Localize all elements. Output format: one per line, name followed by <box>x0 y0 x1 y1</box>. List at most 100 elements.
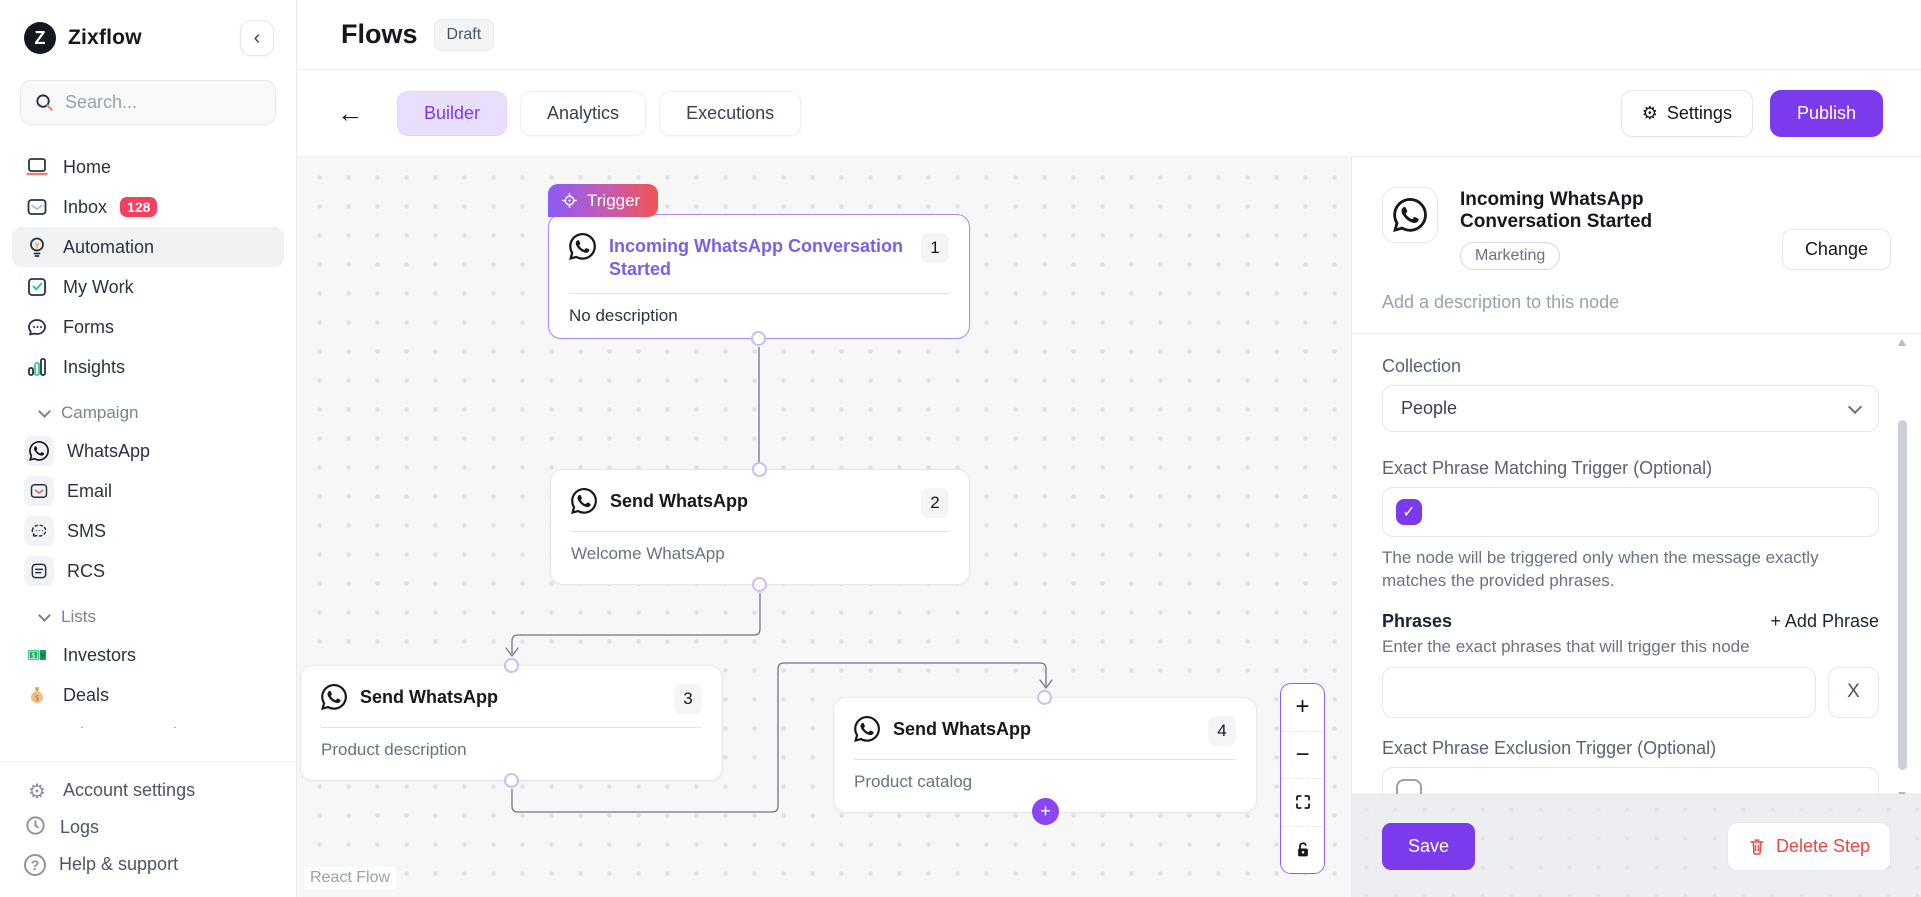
node-number-badge: 4 <box>1208 716 1236 746</box>
inbox-icon <box>24 195 50 219</box>
sidebar-item-account-settings[interactable]: ⚙ Account settings <box>12 772 284 809</box>
page-title: Flows <box>341 19 418 50</box>
sidebar-item-label: Deals <box>63 685 109 706</box>
logo-row: Z Zixflow ‹ <box>0 0 296 64</box>
sidebar-item-label: Home <box>63 157 111 178</box>
node-inspector-panel: Incoming WhatsApp Conversation Started M… <box>1351 157 1921 897</box>
sidebar-item-deals[interactable]: $ Deals <box>12 675 284 715</box>
node-description: Product description <box>321 740 702 760</box>
sidebar-item-label: RCS <box>67 561 105 582</box>
inspector-scrollbar[interactable] <box>1898 345 1907 793</box>
node-input-handle[interactable] <box>1037 690 1052 705</box>
node-type-icon-box <box>1382 187 1438 243</box>
svg-text:$: $ <box>35 693 40 702</box>
fit-view-button[interactable] <box>1281 779 1324 827</box>
sidebar-item-insights[interactable]: Insights <box>12 347 284 387</box>
flow-node-3[interactable]: Send WhatsApp 3 Product description <box>300 665 723 781</box>
exact-match-checkbox[interactable]: ✓ <box>1396 499 1422 525</box>
automation-icon <box>24 235 50 259</box>
sidebar-item-home[interactable]: Home <box>12 147 284 187</box>
change-node-button[interactable]: Change <box>1782 229 1891 270</box>
zoom-out-button[interactable]: − <box>1281 732 1324 780</box>
lock-button[interactable] <box>1281 827 1324 874</box>
app-root: Z Zixflow ‹ Search... Home Inbox 128 Aut… <box>0 0 1921 897</box>
gear-icon: ⚙ <box>24 779 50 803</box>
sidebar-item-label: My Work <box>63 277 134 298</box>
chevron-down-icon <box>38 405 51 418</box>
sidebar-item-logs[interactable]: Logs <box>12 809 284 846</box>
delete-step-label: Delete Step <box>1776 836 1870 857</box>
react-flow-attribution[interactable]: React Flow <box>304 867 396 889</box>
collection-select[interactable]: People <box>1382 385 1879 432</box>
add-phrase-button[interactable]: + Add Phrase <box>1770 611 1879 632</box>
phrases-label: Phrases <box>1382 611 1452 632</box>
back-button[interactable]: ← <box>337 98 363 129</box>
phrase-input[interactable] <box>1382 667 1816 718</box>
flow-toolbar: ← Builder Analytics Executions ⚙ Setting… <box>297 70 1921 157</box>
category-badge: Marketing <box>1460 242 1560 270</box>
flow-canvas[interactable]: Trigger Incoming WhatsApp Conversation S… <box>297 157 1351 897</box>
status-badge: Draft <box>434 19 495 51</box>
whatsapp-icon <box>571 488 597 514</box>
sidebar-item-forms[interactable]: Forms <box>12 307 284 347</box>
remove-phrase-button[interactable]: X <box>1828 667 1879 718</box>
trash-icon <box>1748 837 1766 856</box>
sidebar-item-label: Automation <box>63 237 154 258</box>
settings-button[interactable]: ⚙ Settings <box>1621 90 1753 137</box>
inspector-title: Incoming WhatsApp Conversation Started <box>1460 189 1760 233</box>
whatsapp-icon <box>24 436 54 466</box>
flow-node-2[interactable]: Send WhatsApp 2 Welcome WhatsApp <box>550 469 970 585</box>
node-divider <box>321 727 702 728</box>
search-input[interactable]: Search... <box>20 80 276 125</box>
inspector-scroll-area: Collection People Exact Phrase Matching … <box>1352 334 1921 817</box>
trigger-tag: Trigger <box>548 184 658 217</box>
node-number-badge: 2 <box>921 488 949 518</box>
node-description-placeholder[interactable]: Add a description to this node <box>1382 292 1891 313</box>
rcs-icon <box>24 556 54 586</box>
sidebar-collapse-button[interactable]: ‹ <box>240 20 274 56</box>
node-number-badge: 3 <box>674 684 702 714</box>
scroll-up-arrow[interactable] <box>1898 339 1906 346</box>
node-input-handle[interactable] <box>752 462 767 477</box>
node-output-handle[interactable] <box>504 773 519 788</box>
delete-step-button[interactable]: Delete Step <box>1727 822 1891 871</box>
node-input-handle[interactable] <box>504 658 519 673</box>
scrollbar-thumb[interactable] <box>1898 420 1907 770</box>
save-button[interactable]: Save <box>1382 823 1475 870</box>
flow-node-trigger[interactable]: Trigger Incoming WhatsApp Conversation S… <box>548 214 970 339</box>
sidebar-section-campaign[interactable]: Campaign <box>12 387 284 431</box>
publish-button[interactable]: Publish <box>1770 90 1883 137</box>
tab-executions[interactable]: Executions <box>659 91 801 136</box>
sidebar-item-automation[interactable]: Automation <box>12 227 284 267</box>
sidebar-item-clipped[interactable]: WhatsApp Sales <box>12 715 284 728</box>
flow-node-4[interactable]: Send WhatsApp 4 Product catalog + <box>833 697 1257 813</box>
fit-view-icon <box>1294 793 1312 811</box>
node-title: Send WhatsApp <box>893 716 1195 741</box>
sidebar-item-label: SMS <box>67 521 106 542</box>
section-label: Campaign <box>61 403 139 423</box>
sidebar-item-whatsapp[interactable]: WhatsApp <box>12 431 284 471</box>
chevron-down-icon <box>38 609 51 622</box>
svg-text:$: $ <box>31 652 35 660</box>
inspector-footer: Save Delete Step <box>1352 794 1921 897</box>
tab-analytics[interactable]: Analytics <box>520 91 646 136</box>
tab-builder[interactable]: Builder <box>397 91 507 136</box>
collection-label: Collection <box>1382 356 1879 377</box>
sidebar-section-lists[interactable]: Lists <box>12 591 284 635</box>
sidebar-item-my-work[interactable]: My Work <box>12 267 284 307</box>
zoom-in-button[interactable]: + <box>1281 684 1324 732</box>
sidebar-item-email[interactable]: Email <box>12 471 284 511</box>
phrases-help-text: Enter the exact phrases that will trigge… <box>1382 636 1879 659</box>
sidebar-item-sms[interactable]: SMS <box>12 511 284 551</box>
sidebar-item-investors[interactable]: $ Investors <box>12 635 284 675</box>
inspector-header: Incoming WhatsApp Conversation Started M… <box>1352 157 1921 313</box>
node-title: Send WhatsApp <box>360 684 661 709</box>
node-output-handle[interactable] <box>751 331 766 346</box>
node-title: Send WhatsApp <box>610 488 908 513</box>
add-node-button[interactable]: + <box>1032 798 1059 825</box>
node-output-handle[interactable] <box>752 577 767 592</box>
sidebar-item-rcs[interactable]: RCS <box>12 551 284 591</box>
sidebar-item-inbox[interactable]: Inbox 128 <box>12 187 284 227</box>
sidebar-item-help-support[interactable]: ? Help & support <box>12 846 284 883</box>
whatsapp-icon <box>569 233 596 260</box>
